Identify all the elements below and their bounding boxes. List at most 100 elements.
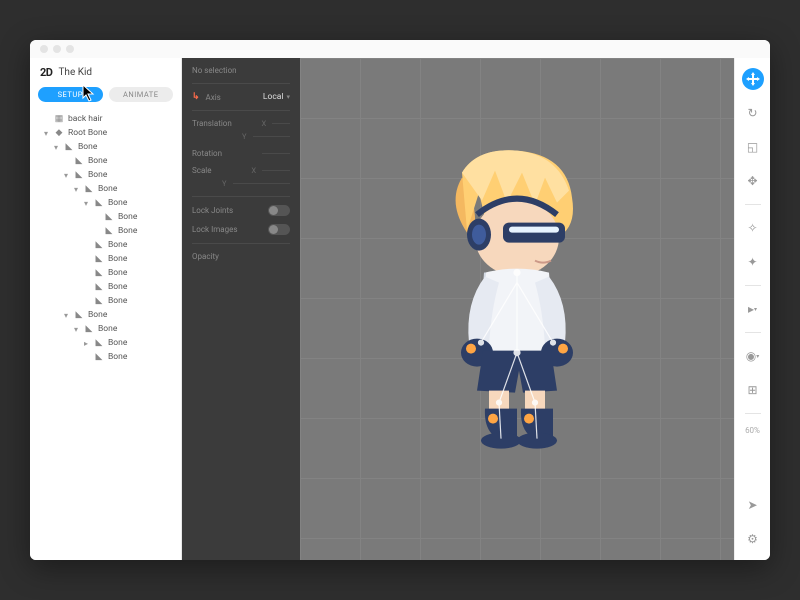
tree-node[interactable]: ◣Bone: [34, 252, 181, 266]
bone-icon: ◣: [94, 198, 104, 208]
x-label: X: [251, 166, 256, 175]
lock-joints-row: Lock Joints: [192, 205, 290, 216]
diamond-icon: ◆: [54, 128, 64, 138]
tree-node-label: Bone: [78, 142, 97, 152]
tree-node[interactable]: ◣ Bone: [34, 266, 181, 280]
app-window: 2D The Kid SETUP ANIMATE ▦ back hair ▾ ◆ Roo…: [30, 40, 770, 560]
move-tool-button[interactable]: [742, 68, 764, 90]
y-label: Y: [222, 179, 227, 188]
axis-dropdown[interactable]: Local ▾: [263, 92, 290, 102]
minimize-icon[interactable]: [53, 45, 61, 53]
axis-value: Local: [263, 92, 284, 102]
maximize-icon[interactable]: [66, 45, 74, 53]
tree-node[interactable]: ◣Bone: [34, 154, 181, 168]
visibility-button[interactable]: ◉▾: [742, 345, 764, 367]
bone-icon: ◣: [94, 282, 104, 292]
tree-node-label: Bone: [88, 310, 107, 320]
scale-label: Scale: [192, 166, 211, 175]
tree-node[interactable]: ▾◣Bone: [34, 168, 181, 182]
tree-node-label: Bone: [118, 212, 137, 222]
select-tool-button[interactable]: ▸▾: [742, 298, 764, 320]
translation-y-input[interactable]: [253, 136, 290, 137]
sparkle-tool-button[interactable]: ✦: [742, 251, 764, 273]
translation-x-input[interactable]: [272, 123, 290, 124]
tree-node[interactable]: ▦ back hair: [34, 112, 181, 126]
share-button[interactable]: ➤: [742, 494, 764, 516]
translation-group: Translation X Y: [192, 119, 290, 141]
divider: [192, 110, 290, 111]
tree-node[interactable]: ▾◣Bone: [34, 182, 181, 196]
tree-node-label: back hair: [68, 114, 103, 124]
tab-setup[interactable]: SETUP: [38, 87, 103, 102]
selection-header: No selection: [192, 66, 290, 75]
bone-icon: ◣: [94, 296, 104, 306]
caret-icon: ▾: [62, 311, 70, 320]
lock-joints-toggle[interactable]: [268, 205, 290, 216]
lock-images-toggle[interactable]: [268, 224, 290, 235]
rotation-input[interactable]: [262, 153, 290, 154]
tree-node[interactable]: ▾ ◆ Root Bone: [34, 126, 181, 140]
project-header: 2D The Kid: [30, 58, 181, 87]
tree-node-label: Bone: [108, 352, 127, 362]
tree-node[interactable]: ▾ ◣ Bone: [34, 308, 181, 322]
translation-label: Translation: [192, 119, 232, 128]
transform-tool-button[interactable]: ✥: [742, 170, 764, 192]
tree-node-label: Bone: [108, 198, 127, 208]
zoom-level[interactable]: 60%: [745, 426, 760, 435]
hierarchy-panel: 2D The Kid SETUP ANIMATE ▦ back hair ▾ ◆ Roo…: [30, 58, 182, 560]
bone-icon: ◣: [94, 254, 104, 264]
tree-node[interactable]: ▾ ◣ Bone: [34, 140, 181, 154]
divider: [192, 243, 290, 244]
divider: [192, 196, 290, 197]
viewport[interactable]: [300, 58, 734, 560]
tree-node[interactable]: ◣Bone: [34, 350, 181, 364]
lock-joints-label: Lock Joints: [192, 206, 233, 215]
divider: [745, 285, 761, 286]
scale-x-input[interactable]: [262, 170, 290, 171]
tree-node-label: Bone: [98, 324, 117, 334]
settings-button[interactable]: ⚙: [742, 528, 764, 550]
tree-node[interactable]: ▾ ◣ Bone: [34, 196, 181, 210]
bone-icon: ◣: [104, 226, 114, 236]
bone-icon: ◣: [74, 156, 84, 166]
rotate-tool-button[interactable]: ↻: [742, 102, 764, 124]
bone-icon: ◣: [64, 142, 74, 152]
tool-sidebar: ↻ ◱ ✥ ✧ ✦ ▸▾ ◉▾ ⊞ 60% ➤ ⚙: [734, 58, 770, 560]
caret-icon: ▾: [52, 143, 60, 152]
close-icon[interactable]: [40, 45, 48, 53]
wand-tool-button[interactable]: ✧: [742, 217, 764, 239]
axis-row: ↳ Axis Local ▾: [192, 92, 290, 102]
character-artwork: [407, 143, 627, 463]
bone-icon: ◣: [94, 268, 104, 278]
caret-icon: ▾: [42, 129, 50, 138]
image-icon: ▦: [54, 114, 64, 124]
bone-icon: ◣: [74, 310, 84, 320]
scale-tool-button[interactable]: ◱: [742, 136, 764, 158]
caret-icon: ▾: [82, 199, 90, 208]
axis-icon: ↳: [192, 92, 200, 102]
divider: [745, 332, 761, 333]
app-body: 2D The Kid SETUP ANIMATE ▦ back hair ▾ ◆ Roo…: [30, 58, 770, 560]
scale-y-input[interactable]: [233, 183, 290, 184]
divider: [745, 413, 761, 414]
tree-node[interactable]: ▸◣Bone: [34, 336, 181, 350]
tree-node-label: Bone: [108, 268, 127, 278]
tree-node[interactable]: ▾◣Bone: [34, 322, 181, 336]
mode-tabs: SETUP ANIMATE: [30, 87, 181, 110]
grid-button[interactable]: ⊞: [742, 379, 764, 401]
y-label: Y: [242, 132, 247, 141]
tree-node-label: Root Bone: [68, 128, 107, 138]
tree-node[interactable]: ◣Bone: [34, 238, 181, 252]
tree-node[interactable]: ◣Bone: [34, 224, 181, 238]
bone-icon: ◣: [84, 184, 94, 194]
tree-node-label: Bone: [108, 338, 127, 348]
tab-animate[interactable]: ANIMATE: [109, 87, 174, 102]
bone-icon: ◣: [94, 240, 104, 250]
tree-node[interactable]: ◣Bone: [34, 210, 181, 224]
tree-node[interactable]: ◣Bone: [34, 280, 181, 294]
divider: [745, 204, 761, 205]
project-name: The Kid: [58, 67, 92, 78]
tree-node[interactable]: ◣Bone: [34, 294, 181, 308]
x-label: X: [262, 119, 267, 128]
titlebar: [30, 40, 770, 58]
